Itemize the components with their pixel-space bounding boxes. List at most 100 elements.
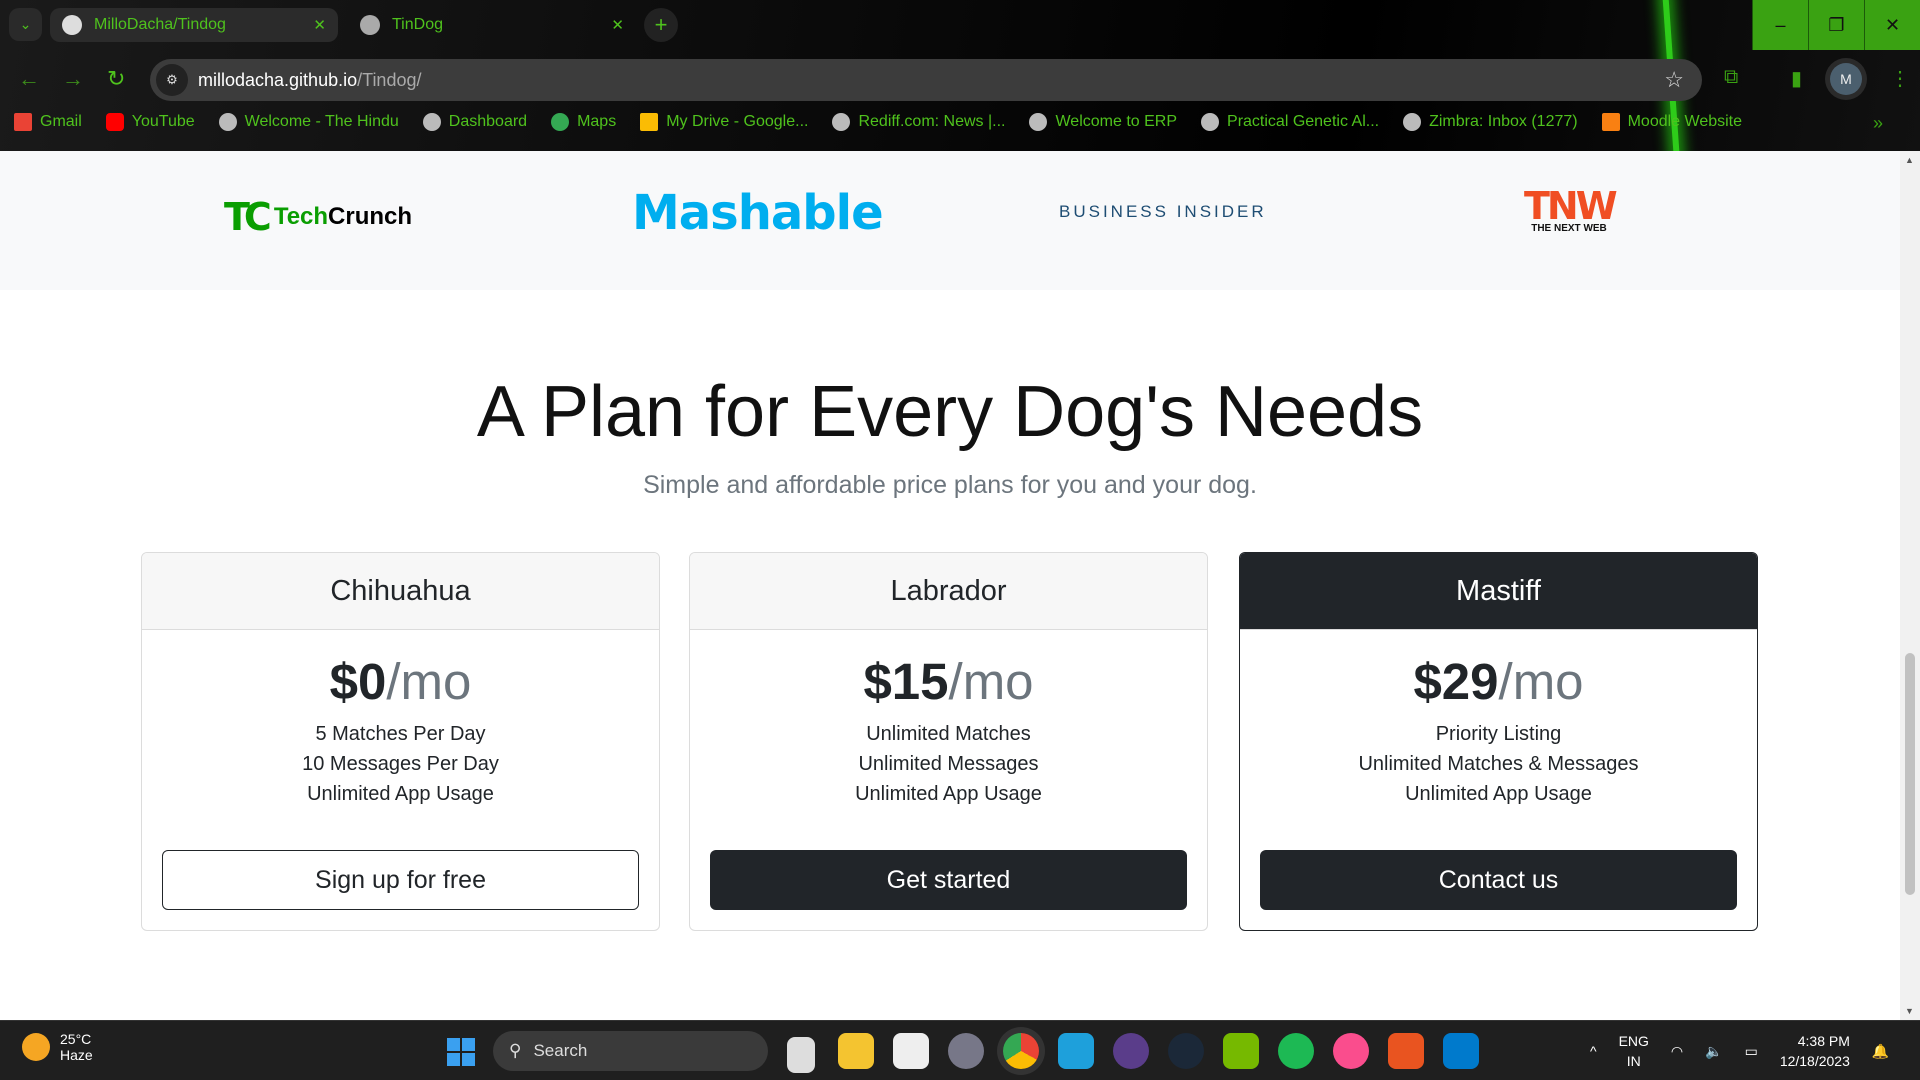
reload-icon[interactable]: ↻ bbox=[107, 66, 125, 92]
weather-condition: Haze bbox=[60, 1047, 93, 1063]
plan-features: 5 Matches Per Day 10 Messages Per Day Un… bbox=[142, 719, 659, 809]
bookmark-zimbra[interactable]: Zimbra: Inbox (1277) bbox=[1403, 113, 1578, 131]
taskbar-search[interactable]: ⚲ Search bbox=[493, 1031, 768, 1071]
plan-name: Mastiff bbox=[1240, 553, 1757, 630]
sign-up-free-button[interactable]: Sign up for free bbox=[162, 850, 639, 910]
volume-icon[interactable]: 🔈 bbox=[1705, 1043, 1722, 1060]
close-window-button[interactable]: ✕ bbox=[1864, 0, 1920, 50]
techcrunch-word-b: Crunch bbox=[328, 203, 413, 230]
spotify-icon[interactable] bbox=[1278, 1033, 1314, 1069]
clock[interactable]: 4:38 PM 12/18/2023 bbox=[1780, 1031, 1850, 1071]
pricing-subtitle: Simple and affordable price plans for yo… bbox=[643, 471, 1257, 499]
press-section: TC TechCrunch Mashable BUSINESS INSIDER … bbox=[0, 151, 1900, 290]
new-tab-button[interactable]: + bbox=[644, 8, 678, 42]
bookmark-hindu[interactable]: Welcome - The Hindu bbox=[218, 113, 399, 131]
wifi-icon[interactable]: ◠ bbox=[1671, 1043, 1683, 1060]
tab-search-button[interactable]: ⌄ bbox=[9, 8, 42, 41]
bookmark-label: Welcome - The Hindu bbox=[244, 113, 399, 130]
bookmarks-bar: Gmail YouTube Welcome - The Hindu Dashbo… bbox=[14, 113, 1742, 131]
settings-icon[interactable] bbox=[948, 1033, 984, 1069]
bookmark-youtube[interactable]: YouTube bbox=[105, 113, 195, 131]
nvidia-icon[interactable] bbox=[1223, 1033, 1259, 1069]
feature-item: Unlimited Matches & Messages bbox=[1358, 753, 1639, 775]
price-amount: $29 bbox=[1413, 653, 1499, 710]
scroll-down-icon[interactable]: ▼ bbox=[1905, 1006, 1914, 1016]
task-view-icon[interactable] bbox=[787, 1037, 815, 1073]
tab-github[interactable]: MilloDacha/Tindog ✕ bbox=[50, 8, 338, 42]
bookmark-maps[interactable]: Maps bbox=[551, 113, 616, 131]
vscode-icon[interactable] bbox=[1443, 1033, 1479, 1069]
price-period: /mo bbox=[1498, 653, 1584, 710]
page-scrollbar[interactable]: ▲ ▼ bbox=[1900, 151, 1920, 1020]
tab-title: MilloDacha/Tindog bbox=[94, 16, 226, 33]
get-started-button[interactable]: Get started bbox=[710, 850, 1187, 910]
price-amount: $15 bbox=[863, 653, 949, 710]
show-hidden-icons[interactable]: ^ bbox=[1590, 1043, 1597, 1059]
feature-item: Unlimited App Usage bbox=[1405, 783, 1592, 805]
plan-price: $29/mo bbox=[1240, 652, 1757, 711]
bookmark-gmail[interactable]: Gmail bbox=[14, 113, 82, 131]
language-indicator[interactable]: ENG IN bbox=[1619, 1031, 1649, 1071]
microsoft-store-icon[interactable] bbox=[893, 1033, 929, 1069]
bookmark-label: Maps bbox=[577, 113, 617, 130]
l-app-icon[interactable] bbox=[1058, 1033, 1094, 1069]
drive-icon bbox=[640, 113, 659, 131]
techcrunch-word-a: Tech bbox=[273, 203, 329, 230]
weather-haze-icon bbox=[22, 1033, 50, 1061]
bookmark-label: Zimbra: Inbox (1277) bbox=[1429, 113, 1578, 130]
menu-icon[interactable]: ⋮ bbox=[1890, 66, 1910, 91]
pricing-title: A Plan for Every Dog's Needs bbox=[476, 372, 1424, 452]
feature-item: Unlimited Matches bbox=[866, 723, 1031, 745]
url-path: /Tindog/ bbox=[357, 69, 422, 90]
bookmark-drive[interactable]: My Drive - Google... bbox=[640, 113, 808, 131]
scroll-up-icon[interactable]: ▲ bbox=[1905, 155, 1914, 165]
globe-icon bbox=[1029, 113, 1048, 131]
time: 4:38 PM bbox=[1797, 1033, 1850, 1049]
plan-name: Labrador bbox=[690, 553, 1207, 630]
plan-features: Priority Listing Unlimited Matches & Mes… bbox=[1240, 719, 1757, 809]
bookmark-label: Welcome to ERP bbox=[1055, 113, 1178, 130]
feature-item: Priority Listing bbox=[1435, 723, 1562, 745]
bookmark-genetic[interactable]: Practical Genetic Al... bbox=[1201, 113, 1379, 131]
notification-bell-icon[interactable]: 🔔 bbox=[1872, 1043, 1889, 1060]
bookmark-dashboard[interactable]: Dashboard bbox=[422, 113, 527, 131]
close-tab-icon[interactable]: ✕ bbox=[611, 16, 624, 34]
feature-item: Unlimited App Usage bbox=[307, 783, 494, 805]
media-player-icon[interactable] bbox=[1113, 1033, 1149, 1069]
profile-avatar[interactable]: M bbox=[1830, 63, 1862, 95]
more-bookmarks-icon[interactable]: » bbox=[1873, 113, 1883, 134]
bookmark-label: Practical Genetic Al... bbox=[1227, 113, 1380, 130]
ubuntu-icon[interactable] bbox=[1388, 1033, 1424, 1069]
search-label: Search bbox=[533, 1041, 588, 1060]
bookmark-rediff[interactable]: Rediff.com: News |... bbox=[832, 113, 1005, 131]
windows-start-button[interactable] bbox=[447, 1038, 475, 1066]
itunes-icon[interactable] bbox=[1333, 1033, 1369, 1069]
battery-icon[interactable]: ▭ bbox=[1745, 1043, 1758, 1060]
scrollbar-thumb[interactable] bbox=[1905, 653, 1915, 895]
close-tab-icon[interactable]: ✕ bbox=[313, 16, 326, 34]
bookmark-moodle[interactable]: Moodle Website bbox=[1601, 113, 1743, 131]
minimize-button[interactable]: – bbox=[1752, 0, 1808, 50]
weather-widget[interactable]: 25°C Haze bbox=[22, 1031, 93, 1063]
url-host: millodacha.github.io bbox=[198, 69, 358, 90]
techcrunch-mark: TC bbox=[224, 195, 272, 239]
forward-icon[interactable]: → bbox=[62, 66, 84, 92]
tnw-logo: TNW THE NEXT WEB bbox=[1524, 187, 1618, 234]
bookmark-star-icon[interactable]: ☆ bbox=[1664, 67, 1684, 93]
side-panel-icon[interactable]: ▮ bbox=[1791, 66, 1802, 91]
site-info-icon[interactable]: ⚙ bbox=[156, 64, 188, 96]
tab-tindog[interactable]: TinDog ✕ bbox=[348, 8, 636, 42]
bookmark-erp[interactable]: Welcome to ERP bbox=[1029, 113, 1177, 131]
back-icon[interactable]: ← bbox=[18, 66, 40, 92]
plan-card-chihuahua: Chihuahua $0/mo 5 Matches Per Day 10 Mes… bbox=[141, 552, 660, 931]
contact-us-button[interactable]: Contact us bbox=[1260, 850, 1737, 910]
bookmark-label: Moodle Website bbox=[1627, 113, 1743, 130]
chrome-icon[interactable] bbox=[1003, 1033, 1039, 1069]
steam-icon[interactable] bbox=[1168, 1033, 1204, 1069]
date: 12/18/2023 bbox=[1779, 1053, 1850, 1069]
extensions-icon[interactable]: ⧉ bbox=[1724, 66, 1738, 89]
plan-features: Unlimited Matches Unlimited Messages Unl… bbox=[690, 719, 1207, 809]
restore-button[interactable]: ❐ bbox=[1808, 0, 1864, 50]
file-explorer-icon[interactable] bbox=[838, 1033, 874, 1069]
address-bar[interactable]: ⚙ millodacha.github.io/Tindog/ ☆ bbox=[150, 59, 1702, 101]
